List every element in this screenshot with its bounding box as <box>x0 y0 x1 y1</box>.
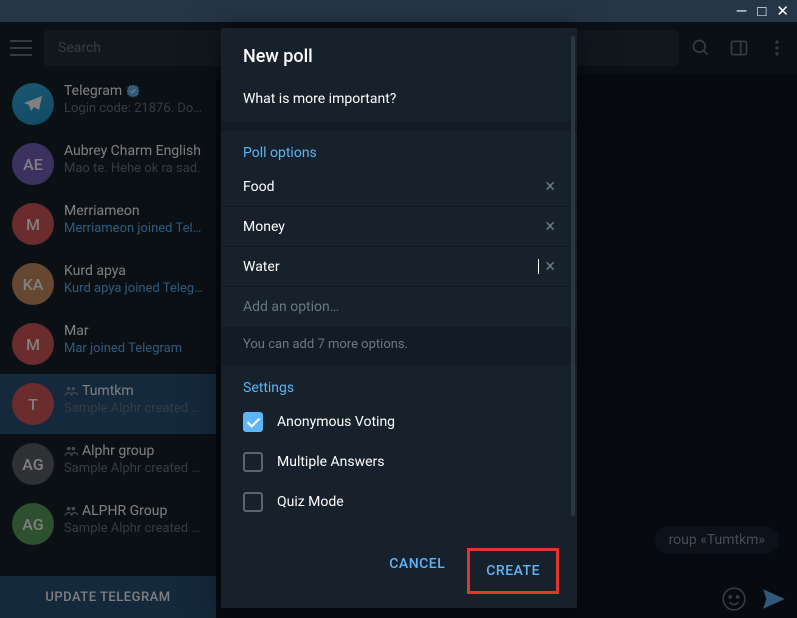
cancel-button[interactable]: CANCEL <box>375 548 459 594</box>
close-button[interactable]: ✕ <box>776 4 789 19</box>
create-button[interactable]: CREATE <box>472 555 554 587</box>
poll-options-label: Poll options <box>221 131 577 167</box>
checkbox[interactable] <box>243 492 263 512</box>
poll-option-row: × <box>221 247 577 287</box>
minimize-button[interactable]: — <box>736 4 748 19</box>
checkbox[interactable] <box>243 452 263 472</box>
setting-label: Quiz Mode <box>277 494 344 510</box>
maximize-button[interactable]: □ <box>757 4 766 19</box>
remove-option-icon[interactable]: × <box>539 256 561 277</box>
poll-option-row: × <box>221 207 577 247</box>
add-option-input[interactable]: Add an option… <box>221 287 577 327</box>
setting-row[interactable]: Quiz Mode <box>221 482 577 522</box>
setting-label: Anonymous Voting <box>277 414 395 430</box>
setting-row[interactable]: Multiple Answers <box>221 442 577 482</box>
poll-option-row: × <box>221 167 577 207</box>
poll-option-input[interactable] <box>243 219 539 235</box>
options-hint: You can add 7 more options. <box>221 327 577 366</box>
checkbox[interactable] <box>243 412 263 432</box>
poll-question-input[interactable]: What is more important? <box>221 81 577 121</box>
settings-label: Settings <box>221 366 577 402</box>
modal-title: New poll <box>221 28 577 81</box>
new-poll-modal: New poll What is more important? Poll op… <box>221 28 577 608</box>
remove-option-icon[interactable]: × <box>539 216 561 237</box>
setting-row[interactable]: Anonymous Voting <box>221 402 577 442</box>
remove-option-icon[interactable]: × <box>539 176 561 197</box>
poll-option-input[interactable] <box>243 259 537 275</box>
setting-label: Multiple Answers <box>277 454 385 470</box>
poll-option-input[interactable] <box>243 179 539 195</box>
scrollbar[interactable] <box>571 36 575 516</box>
